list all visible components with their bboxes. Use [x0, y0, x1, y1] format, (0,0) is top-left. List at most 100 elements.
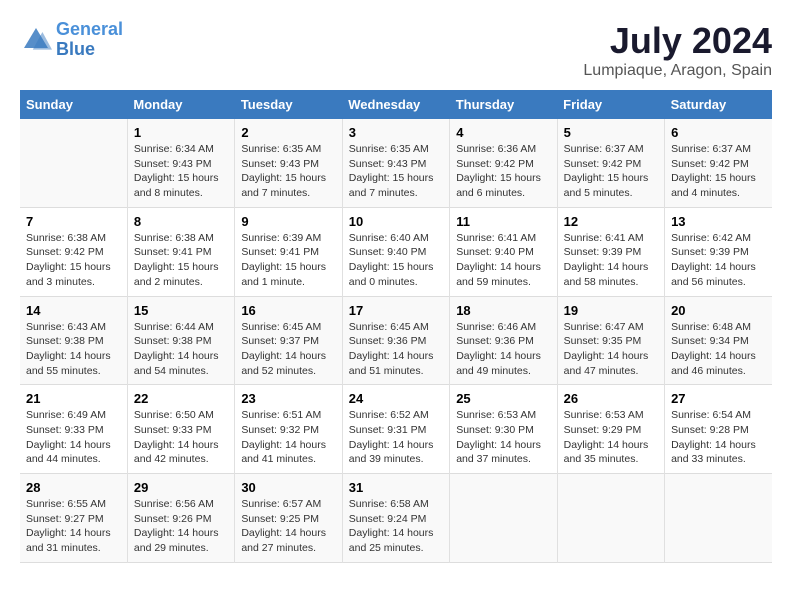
day-cell: 5 Sunrise: 6:37 AMSunset: 9:42 PMDaylight…	[557, 119, 664, 207]
logo-line2: Blue	[56, 39, 95, 59]
header-sunday: Sunday	[20, 90, 127, 119]
day-info: Sunrise: 6:50 AMSunset: 9:33 PMDaylight:…	[134, 408, 228, 467]
day-number: 28	[26, 480, 121, 495]
day-info: Sunrise: 6:52 AMSunset: 9:31 PMDaylight:…	[349, 408, 443, 467]
day-cell: 9 Sunrise: 6:39 AMSunset: 9:41 PMDaylight…	[235, 207, 342, 296]
day-number: 8	[134, 214, 228, 229]
day-info: Sunrise: 6:40 AMSunset: 9:40 PMDaylight:…	[349, 231, 443, 290]
day-info: Sunrise: 6:37 AMSunset: 9:42 PMDaylight:…	[671, 142, 766, 201]
day-cell: 27Sunrise: 6:54 AMSunset: 9:28 PMDayligh…	[665, 385, 772, 474]
day-number: 15	[134, 303, 228, 318]
day-info: Sunrise: 6:39 AMSunset: 9:41 PMDaylight:…	[241, 231, 335, 290]
day-info: Sunrise: 6:58 AMSunset: 9:24 PMDaylight:…	[349, 497, 443, 556]
day-cell: 10 Sunrise: 6:40 AMSunset: 9:40 PMDayligh…	[342, 207, 449, 296]
day-info: Sunrise: 6:38 AMSunset: 9:42 PMDaylight:…	[26, 231, 121, 290]
day-info: Sunrise: 6:47 AMSunset: 9:35 PMDaylight:…	[564, 320, 658, 379]
header-monday: Monday	[127, 90, 234, 119]
day-info: Sunrise: 6:38 AMSunset: 9:41 PMDaylight:…	[134, 231, 228, 290]
day-number: 13	[671, 214, 766, 229]
day-info: Sunrise: 6:41 AMSunset: 9:39 PMDaylight:…	[564, 231, 658, 290]
day-cell: 19 Sunrise: 6:47 AMSunset: 9:35 PMDayligh…	[557, 296, 664, 385]
day-info: Sunrise: 6:53 AMSunset: 9:30 PMDaylight:…	[456, 408, 550, 467]
day-info: Sunrise: 6:35 AMSunset: 9:43 PMDaylight:…	[349, 142, 443, 201]
day-number: 16	[241, 303, 335, 318]
logo-icon	[20, 24, 52, 56]
day-number: 10	[349, 214, 443, 229]
logo-text: General Blue	[56, 20, 123, 60]
day-info: Sunrise: 6:57 AMSunset: 9:25 PMDaylight:…	[241, 497, 335, 556]
day-cell: 15 Sunrise: 6:44 AMSunset: 9:38 PMDayligh…	[127, 296, 234, 385]
day-cell: 4 Sunrise: 6:36 AMSunset: 9:42 PMDaylight…	[450, 119, 557, 207]
header-row: SundayMondayTuesdayWednesdayThursdayFrid…	[20, 90, 772, 119]
day-number: 19	[564, 303, 658, 318]
week-row-5: 28 Sunrise: 6:55 AMSunset: 9:27 PMDayligh…	[20, 474, 772, 563]
day-info: Sunrise: 6:56 AMSunset: 9:26 PMDaylight:…	[134, 497, 228, 556]
day-cell: 24 Sunrise: 6:52 AMSunset: 9:31 PMDayligh…	[342, 385, 449, 474]
day-number: 5	[564, 125, 658, 140]
day-cell: 1 Sunrise: 6:34 AMSunset: 9:43 PMDaylight…	[127, 119, 234, 207]
header-thursday: Thursday	[450, 90, 557, 119]
day-number: 26	[564, 391, 658, 406]
day-cell: 2 Sunrise: 6:35 AMSunset: 9:43 PMDaylight…	[235, 119, 342, 207]
day-info: Sunrise: 6:55 AMSunset: 9:27 PMDaylight:…	[26, 497, 121, 556]
header-wednesday: Wednesday	[342, 90, 449, 119]
day-number: 24	[349, 391, 443, 406]
week-row-3: 14Sunrise: 6:43 AMSunset: 9:38 PMDayligh…	[20, 296, 772, 385]
day-info: Sunrise: 6:45 AMSunset: 9:37 PMDaylight:…	[241, 320, 335, 379]
page-header: General Blue July 2024 Lumpiaque, Aragon…	[20, 20, 772, 80]
day-info: Sunrise: 6:42 AMSunset: 9:39 PMDaylight:…	[671, 231, 766, 290]
header-tuesday: Tuesday	[235, 90, 342, 119]
day-cell: 25 Sunrise: 6:53 AMSunset: 9:30 PMDayligh…	[450, 385, 557, 474]
day-info: Sunrise: 6:37 AMSunset: 9:42 PMDaylight:…	[564, 142, 658, 201]
day-cell	[665, 474, 772, 563]
day-number: 21	[26, 391, 121, 406]
day-cell: 17 Sunrise: 6:45 AMSunset: 9:36 PMDayligh…	[342, 296, 449, 385]
day-cell: 31 Sunrise: 6:58 AMSunset: 9:24 PMDayligh…	[342, 474, 449, 563]
day-cell: 28 Sunrise: 6:55 AMSunset: 9:27 PMDayligh…	[20, 474, 127, 563]
day-cell	[557, 474, 664, 563]
day-cell: 11 Sunrise: 6:41 AMSunset: 9:40 PMDayligh…	[450, 207, 557, 296]
day-info: Sunrise: 6:36 AMSunset: 9:42 PMDaylight:…	[456, 142, 550, 201]
week-row-1: 1 Sunrise: 6:34 AMSunset: 9:43 PMDaylight…	[20, 119, 772, 207]
day-info: Sunrise: 6:44 AMSunset: 9:38 PMDaylight:…	[134, 320, 228, 379]
day-number: 31	[349, 480, 443, 495]
day-number: 18	[456, 303, 550, 318]
day-cell: 14Sunrise: 6:43 AMSunset: 9:38 PMDayligh…	[20, 296, 127, 385]
day-number: 20	[671, 303, 766, 318]
day-info: Sunrise: 6:43 AMSunset: 9:38 PMDaylight:…	[26, 320, 121, 379]
main-title: July 2024	[583, 20, 772, 62]
day-info: Sunrise: 6:45 AMSunset: 9:36 PMDaylight:…	[349, 320, 443, 379]
day-number: 25	[456, 391, 550, 406]
logo: General Blue	[20, 20, 123, 60]
day-number: 17	[349, 303, 443, 318]
day-number: 22	[134, 391, 228, 406]
day-info: Sunrise: 6:41 AMSunset: 9:40 PMDaylight:…	[456, 231, 550, 290]
day-number: 9	[241, 214, 335, 229]
day-info: Sunrise: 6:49 AMSunset: 9:33 PMDaylight:…	[26, 408, 121, 467]
day-info: Sunrise: 6:34 AMSunset: 9:43 PMDaylight:…	[134, 142, 228, 201]
day-number: 27	[671, 391, 766, 406]
day-cell: 13 Sunrise: 6:42 AMSunset: 9:39 PMDayligh…	[665, 207, 772, 296]
day-cell: 21 Sunrise: 6:49 AMSunset: 9:33 PMDayligh…	[20, 385, 127, 474]
day-cell: 8 Sunrise: 6:38 AMSunset: 9:41 PMDaylight…	[127, 207, 234, 296]
day-cell: 20Sunrise: 6:48 AMSunset: 9:34 PMDayligh…	[665, 296, 772, 385]
day-number: 4	[456, 125, 550, 140]
day-info: Sunrise: 6:51 AMSunset: 9:32 PMDaylight:…	[241, 408, 335, 467]
day-cell: 3 Sunrise: 6:35 AMSunset: 9:43 PMDaylight…	[342, 119, 449, 207]
day-cell	[20, 119, 127, 207]
day-cell: 12 Sunrise: 6:41 AMSunset: 9:39 PMDayligh…	[557, 207, 664, 296]
day-cell	[450, 474, 557, 563]
week-row-2: 7Sunrise: 6:38 AMSunset: 9:42 PMDaylight…	[20, 207, 772, 296]
day-number: 11	[456, 214, 550, 229]
day-number: 6	[671, 125, 766, 140]
day-cell: 23 Sunrise: 6:51 AMSunset: 9:32 PMDayligh…	[235, 385, 342, 474]
day-cell: 7Sunrise: 6:38 AMSunset: 9:42 PMDaylight…	[20, 207, 127, 296]
day-number: 2	[241, 125, 335, 140]
title-block: July 2024 Lumpiaque, Aragon, Spain	[583, 20, 772, 80]
day-number: 12	[564, 214, 658, 229]
day-info: Sunrise: 6:35 AMSunset: 9:43 PMDaylight:…	[241, 142, 335, 201]
day-number: 23	[241, 391, 335, 406]
day-number: 1	[134, 125, 228, 140]
day-cell: 29Sunrise: 6:56 AMSunset: 9:26 PMDayligh…	[127, 474, 234, 563]
day-number: 3	[349, 125, 443, 140]
